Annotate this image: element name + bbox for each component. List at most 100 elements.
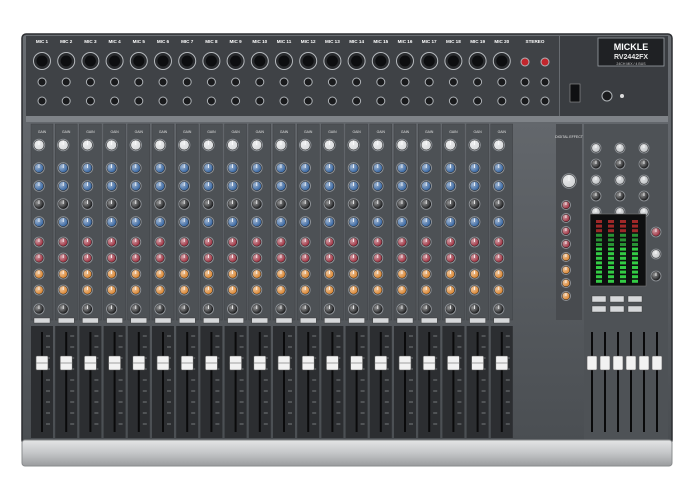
master-fader-slot: [604, 332, 606, 432]
meter-led: [632, 261, 638, 265]
meter-led: [596, 275, 602, 279]
master-fader-cap: [612, 355, 624, 371]
xlr-jack-inner: [423, 55, 435, 67]
power-jack: [601, 90, 613, 102]
meter-led: [620, 256, 626, 260]
meter-led: [620, 238, 626, 242]
meter-led: [596, 256, 602, 260]
insert-jack: [206, 96, 216, 106]
xlr-jack-inner: [157, 55, 169, 67]
channel-label: MIC 1: [36, 39, 49, 44]
line-jack: [231, 77, 241, 87]
mute-button: [178, 317, 196, 324]
channel-label: MIC 20: [494, 39, 509, 44]
fader-slot: [137, 332, 140, 432]
meter-led: [632, 233, 638, 237]
channel-label: MIC 2: [60, 39, 73, 44]
gain-label: GAIN: [352, 130, 361, 134]
mute-button: [275, 317, 293, 324]
master-button: [627, 305, 643, 313]
meter-led: [620, 252, 626, 256]
fader-slot: [65, 332, 68, 432]
model-subtitle: 24CH MIX / 4 BUS: [616, 62, 646, 66]
gain-label: GAIN: [425, 130, 434, 134]
meter-led: [620, 266, 626, 269]
fader-slot: [210, 332, 213, 432]
meter-led: [620, 224, 626, 228]
effect-label: DIGITAL EFFECT: [555, 135, 584, 139]
master-fader-cap: [586, 355, 598, 371]
meter-led: [608, 229, 614, 233]
meter-led: [596, 261, 602, 265]
meter-led: [596, 266, 602, 269]
power-switch: [569, 83, 581, 103]
line-jack: [303, 77, 313, 87]
xlr-jack-inner: [254, 55, 266, 67]
mute-button: [130, 317, 148, 324]
xlr-jack-inner: [109, 55, 121, 67]
line-jack: [376, 77, 386, 87]
meter-led: [596, 238, 602, 242]
brand-logo-text: MICKLE: [614, 42, 649, 52]
fader-slot: [452, 332, 455, 432]
insert-jack: [376, 96, 386, 106]
master-fader-slot: [630, 332, 632, 432]
fader-slot: [379, 332, 382, 432]
meter-led: [608, 275, 614, 279]
line-jack: [473, 77, 483, 87]
master-fader-slot: [656, 332, 658, 432]
insert-jack: [85, 96, 95, 106]
fader-slot: [476, 332, 479, 432]
line-jack: [352, 77, 362, 87]
gain-label: GAIN: [62, 130, 71, 134]
gain-label: GAIN: [377, 130, 386, 134]
xlr-jack-inner: [447, 55, 459, 67]
gain-label: GAIN: [473, 130, 482, 134]
rca-jack: [540, 57, 550, 67]
insert-jack: [110, 96, 120, 106]
mute-button: [493, 317, 510, 324]
fader-slot: [258, 332, 261, 432]
insert-jack: [61, 96, 71, 106]
meter-led: [596, 229, 602, 233]
channel-label: MIC 13: [325, 39, 340, 44]
insert-jack: [279, 96, 289, 106]
xlr-jack-inner: [84, 55, 96, 67]
fader-slot: [331, 332, 334, 432]
channel-label: MIC 15: [373, 39, 388, 44]
master-fader-slot: [617, 332, 619, 432]
insert-jack: [134, 96, 144, 106]
stereo-label: STEREO: [526, 39, 545, 44]
xlr-jack-inner: [205, 55, 217, 67]
mute-button: [421, 317, 438, 324]
meter-led: [620, 279, 626, 283]
master-section: [569, 83, 668, 440]
line-jack: [134, 77, 144, 87]
gain-label: GAIN: [207, 130, 216, 134]
fader-slot: [428, 332, 431, 432]
meter-led: [608, 252, 614, 256]
line-jack: [424, 77, 434, 87]
line-jack: [37, 77, 47, 87]
meter-led: [596, 270, 602, 274]
master-fader-cap: [625, 355, 637, 371]
meter-led: [620, 247, 626, 251]
effect-column: DIGITAL EFFECT: [555, 124, 584, 320]
insert-jack: [255, 96, 265, 106]
meter-led: [632, 266, 638, 269]
gain-label: GAIN: [86, 130, 95, 134]
meter-led: [596, 247, 602, 251]
meter-led: [632, 243, 638, 246]
master-fader-cap: [651, 355, 663, 371]
meter-led: [596, 243, 602, 246]
xlr-jack-inner: [399, 55, 411, 67]
master-fader-cap: [599, 355, 611, 371]
xlr-jack-inner: [181, 55, 193, 67]
meter-led: [608, 270, 614, 274]
meter-led: [596, 252, 602, 256]
meter-led: [632, 224, 638, 228]
gain-label: GAIN: [38, 130, 47, 134]
meter-led: [596, 220, 602, 223]
mute-button: [300, 317, 317, 324]
meter-led: [608, 243, 614, 246]
